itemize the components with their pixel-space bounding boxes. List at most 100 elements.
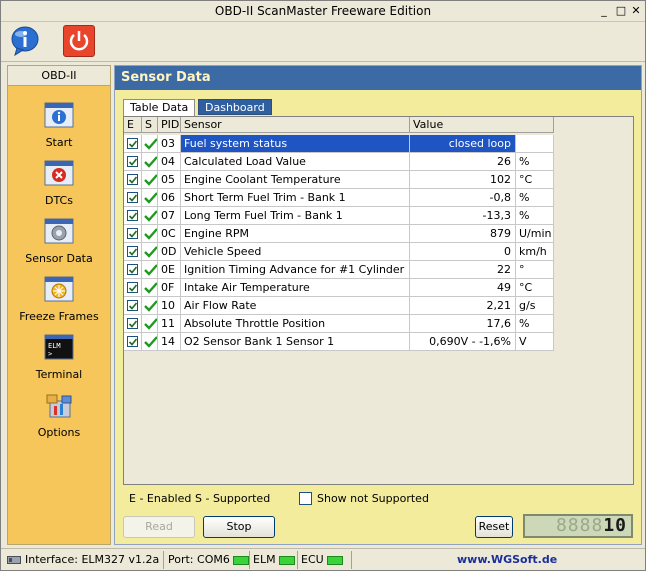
show-not-supported-label[interactable]: Show not Supported: [317, 492, 429, 505]
port-label: Port: COM6: [168, 553, 230, 566]
enabled-cell: [124, 297, 142, 315]
counter-value: 10: [603, 515, 627, 536]
sensor-name-cell: Absolute Throttle Position: [181, 315, 410, 333]
enabled-checkbox[interactable]: [127, 246, 138, 257]
power-button[interactable]: [63, 25, 95, 57]
info-icon: [11, 26, 39, 57]
enabled-checkbox[interactable]: [127, 228, 138, 239]
svg-text:ELM: ELM: [48, 342, 61, 350]
table-row[interactable]: 05 Engine Coolant Temperature 102 °C: [124, 171, 554, 189]
table-row[interactable]: 06 Short Term Fuel Trim - Bank 1 -0,8%: [124, 189, 554, 207]
sensor-table: E S PID Sensor Value 03 Fuel system statu…: [123, 116, 634, 485]
unit-cell: %: [516, 153, 554, 171]
pid-cell: 0E: [158, 261, 181, 279]
sidebar: OBD-II Start DTCs Sensor Data Freeze Fra…: [7, 65, 111, 545]
table-row[interactable]: 04 Calculated Load Value 26%: [124, 153, 554, 171]
port-status: Port: COM6: [168, 552, 249, 568]
supported-check-icon: [144, 138, 157, 150]
sensor-name-cell: Fuel system status: [181, 135, 410, 153]
enabled-checkbox[interactable]: [127, 336, 138, 347]
enabled-cell: [124, 279, 142, 297]
enabled-checkbox[interactable]: [127, 282, 138, 293]
status-separator: [163, 551, 164, 569]
maximize-button[interactable]: □: [614, 4, 628, 18]
supported-check-icon: [144, 318, 157, 330]
supported-cell: [142, 279, 158, 297]
table-row[interactable]: 0F Intake Air Temperature 49 °C: [124, 279, 554, 297]
table-row[interactable]: 10 Air Flow Rate 2,21 g/s: [124, 297, 554, 315]
reset-button[interactable]: Reset: [475, 516, 513, 538]
pid-cell: 0D: [158, 243, 181, 261]
unit-cell: [516, 135, 554, 153]
enabled-checkbox[interactable]: [127, 318, 138, 329]
sidebar-item-options[interactable]: Options: [8, 392, 110, 448]
minimize-button[interactable]: _: [597, 4, 611, 18]
enabled-cell: [124, 333, 142, 351]
pid-cell: 06: [158, 189, 181, 207]
tab-dashboard[interactable]: Dashboard: [198, 99, 272, 115]
value-cell: 0: [410, 243, 516, 261]
stop-button[interactable]: Stop: [203, 516, 275, 538]
supported-check-icon: [144, 174, 157, 186]
value-cell: 102: [410, 171, 516, 189]
status-separator: [351, 551, 352, 569]
close-button[interactable]: ✕: [629, 4, 643, 18]
supported-cell: [142, 189, 158, 207]
pid-cell: 04: [158, 153, 181, 171]
title-bar: OBD-II ScanMaster Freeware Edition _ □ ✕: [1, 1, 645, 22]
enabled-checkbox[interactable]: [127, 174, 138, 185]
sidebar-item-sensor-data[interactable]: Sensor Data: [8, 218, 110, 274]
sidebar-item-label: Sensor Data: [25, 252, 93, 265]
tab-table-data[interactable]: Table Data: [123, 99, 196, 116]
enabled-checkbox[interactable]: [127, 210, 138, 221]
show-not-supported-checkbox[interactable]: [299, 492, 312, 505]
table-row[interactable]: 03 Fuel system status closed loop: [124, 135, 554, 153]
unit-cell: g/s: [516, 297, 554, 315]
column-header-value[interactable]: Value: [410, 117, 554, 133]
supported-cell: [142, 333, 158, 351]
sensor-name-cell: Long Term Fuel Trim - Bank 1: [181, 207, 410, 225]
sidebar-item-dtcs[interactable]: DTCs: [8, 160, 110, 216]
options-icon: [46, 394, 72, 418]
value-cell: 49: [410, 279, 516, 297]
table-row[interactable]: 11 Absolute Throttle Position 17,6%: [124, 315, 554, 333]
sidebar-item-terminal[interactable]: ELM > Terminal: [8, 334, 110, 390]
enabled-checkbox[interactable]: [127, 264, 138, 275]
unit-cell: V: [516, 333, 554, 351]
enabled-checkbox[interactable]: [127, 192, 138, 203]
column-header-enabled[interactable]: E: [124, 117, 142, 133]
info-button[interactable]: [9, 25, 41, 57]
table-row[interactable]: 0C Engine RPM 879 U/min: [124, 225, 554, 243]
enabled-checkbox[interactable]: [127, 300, 138, 311]
table-row[interactable]: 0D Vehicle Speed 0 km/h: [124, 243, 554, 261]
sidebar-item-label: Start: [45, 136, 73, 149]
enabled-checkbox[interactable]: [127, 138, 138, 149]
enabled-cell: [124, 135, 142, 153]
supported-check-icon: [144, 246, 157, 258]
sidebar-item-start[interactable]: Start: [8, 102, 110, 158]
elm-label: ELM: [253, 553, 276, 566]
sensor-name-cell: Engine Coolant Temperature: [181, 171, 410, 189]
sensor-name-cell: Engine RPM: [181, 225, 410, 243]
website-link[interactable]: www.WGSoft.de: [457, 552, 557, 568]
table-header: E S PID Sensor Value: [124, 117, 554, 133]
counter-display: 888810: [523, 514, 633, 538]
column-header-supported[interactable]: S: [142, 117, 158, 133]
unit-cell: %: [516, 315, 554, 333]
unit-cell: °: [516, 261, 554, 279]
power-icon: [69, 31, 89, 51]
terminal-icon: ELM >: [44, 334, 74, 360]
enabled-cell: [124, 225, 142, 243]
enabled-cell: [124, 243, 142, 261]
column-header-pid[interactable]: PID: [158, 117, 181, 133]
enabled-checkbox[interactable]: [127, 156, 138, 167]
panel-title: Sensor Data: [115, 66, 641, 90]
column-header-sensor[interactable]: Sensor: [181, 117, 410, 133]
read-button[interactable]: Read: [123, 516, 195, 538]
sidebar-item-freeze-frames[interactable]: Freeze Frames: [8, 276, 110, 332]
table-row[interactable]: 07 Long Term Fuel Trim - Bank 1 -13,3%: [124, 207, 554, 225]
table-row[interactable]: 14 O2 Sensor Bank 1 Sensor 1 0,690V - -1,6…: [124, 333, 554, 351]
sensor-name-cell: Ignition Timing Advance for #1 Cylinder: [181, 261, 410, 279]
supported-cell: [142, 243, 158, 261]
table-row[interactable]: 0E Ignition Timing Advance for #1 Cylinde…: [124, 261, 554, 279]
